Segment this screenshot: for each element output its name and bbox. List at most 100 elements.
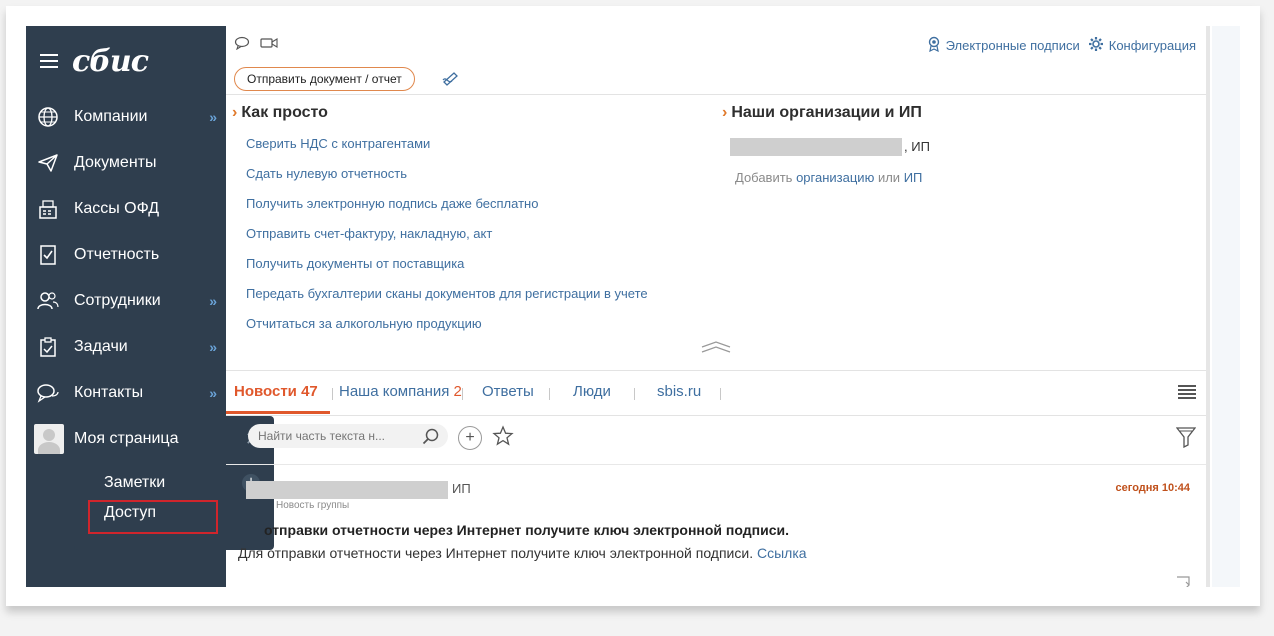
- people-icon: [36, 290, 60, 312]
- chevron-right-icon: ›: [232, 104, 238, 121]
- add-post-button[interactable]: +: [458, 426, 482, 450]
- tab-count: 2: [453, 383, 462, 400]
- top-right-links: Электронные подписи Конфигурация: [927, 36, 1196, 55]
- highlight-box: [88, 500, 218, 534]
- star-icon[interactable]: [492, 425, 514, 452]
- redacted-org-name: [730, 138, 902, 156]
- sidebar-item-companies[interactable]: Компании »: [26, 94, 226, 140]
- filter-icon[interactable]: [1175, 426, 1197, 453]
- search-icon[interactable]: [422, 428, 440, 451]
- sidebar-item-label: Задачи: [74, 338, 128, 355]
- news-headline: отправки отчетности через Интернет получ…: [264, 522, 789, 538]
- sidebar-item-reporting[interactable]: Отчетность: [26, 232, 226, 278]
- globe-icon: [36, 106, 60, 128]
- sidebar-item-label: Документы: [74, 154, 157, 171]
- sidebar-item-label: Сотрудники: [74, 292, 161, 309]
- chevron-double-right-icon[interactable]: »: [209, 293, 217, 309]
- sbis-app: сбис Компании » Документы Кассы ОФД Отче…: [26, 26, 1240, 587]
- tab-divider: [720, 388, 721, 400]
- tab-sbis-ru[interactable]: sbis.ru: [657, 383, 701, 400]
- sidebar: сбис Компании » Документы Кассы ОФД Отче…: [26, 26, 274, 587]
- tab-news[interactable]: Новости 47: [234, 383, 318, 400]
- chat-icon: [36, 382, 60, 404]
- award-icon: [927, 36, 941, 55]
- sidebar-item-contacts[interactable]: Контакты »: [26, 370, 226, 416]
- quick-link[interactable]: Получить электронную подпись даже беспла…: [246, 196, 538, 211]
- reply-icon[interactable]: [1176, 574, 1190, 587]
- add-org-row: Добавить организацию или ИП: [735, 170, 922, 185]
- config-label: Конфигурация: [1108, 38, 1196, 53]
- list-view-icon[interactable]: [1178, 385, 1196, 404]
- tab-people[interactable]: Люди: [573, 383, 611, 400]
- sidebar-item-documents[interactable]: Документы: [26, 140, 226, 186]
- sidebar-item-tasks[interactable]: Задачи »: [26, 324, 226, 370]
- send-document-button[interactable]: Отправить документ / отчет: [234, 67, 415, 91]
- sidebar-nav: Компании » Документы Кассы ОФД Отчетност…: [26, 94, 226, 416]
- how-simple-title-text: Как просто: [241, 104, 328, 121]
- news-link[interactable]: Ссылка: [757, 545, 807, 561]
- tab-label: Наша компания: [339, 383, 450, 400]
- search-input[interactable]: [248, 424, 448, 448]
- news-date: сегодня 10:44: [1115, 482, 1190, 494]
- my-page-label: Моя страница: [74, 430, 179, 447]
- add-prefix: Добавить: [735, 170, 793, 185]
- chevron-double-right-icon[interactable]: »: [209, 385, 217, 401]
- news-item[interactable]: ИП Новость группы сегодня 10:44 отправки…: [226, 466, 1206, 587]
- sidebar-item-label: Контакты: [74, 384, 144, 401]
- cash-register-icon: [36, 198, 60, 220]
- feed-tabs: Новости 47 Наша компания 2 Ответы Люди s…: [226, 370, 1206, 416]
- configuration-link[interactable]: Конфигурация: [1088, 36, 1196, 55]
- quick-link[interactable]: Сдать нулевую отчетность: [246, 166, 407, 181]
- tab-answers[interactable]: Ответы: [482, 383, 534, 400]
- screenshot-frame: сбис Компании » Документы Кассы ОФД Отче…: [6, 6, 1260, 606]
- tab-count: 47: [301, 383, 318, 400]
- sidebar-item-label: Отчетность: [74, 246, 160, 263]
- top-icons: [234, 36, 278, 55]
- add-ip-link[interactable]: ИП: [904, 170, 923, 185]
- redacted-author-name: [246, 481, 448, 499]
- quick-link[interactable]: Отправить счет-фактуру, накладную, акт: [246, 226, 492, 241]
- report-icon: [36, 244, 60, 266]
- video-icon[interactable]: [260, 36, 278, 55]
- signatures-label: Электронные подписи: [945, 38, 1080, 53]
- news-body: Для отправки отчетности через Интернет п…: [238, 545, 807, 561]
- top-bar: Электронные подписи Конфигурация Отправи…: [226, 26, 1206, 95]
- sidebar-item-employees[interactable]: Сотрудники »: [26, 278, 226, 324]
- tab-our-company[interactable]: Наша компания 2: [339, 383, 462, 400]
- quick-link[interactable]: Передать бухгалтерии сканы документов дл…: [246, 286, 648, 301]
- quick-link[interactable]: Сверить НДС с контрагентами: [246, 136, 430, 151]
- chevron-double-right-icon[interactable]: »: [209, 339, 217, 355]
- paper-plane-icon: [36, 152, 60, 174]
- orgs-title-text: Наши организации и ИП: [731, 104, 922, 121]
- tab-divider: [634, 388, 635, 400]
- clipboard-icon: [36, 336, 60, 358]
- add-organization-link[interactable]: организацию: [796, 170, 874, 185]
- gear-icon: [1088, 36, 1104, 55]
- chevron-right-icon: ›: [722, 104, 728, 121]
- collapse-up-icon[interactable]: [700, 340, 732, 359]
- tab-divider: [462, 388, 463, 400]
- quick-link[interactable]: Получить документы от поставщика: [246, 256, 464, 271]
- submenu-item-notes[interactable]: Заметки: [104, 474, 165, 492]
- quick-link[interactable]: Отчитаться за алкогольную продукцию: [246, 316, 482, 331]
- brand: сбис: [40, 44, 149, 79]
- news-group-label: Новость группы: [276, 500, 350, 511]
- hamburger-menu-icon[interactable]: [40, 54, 58, 68]
- orgs-title: › Наши организации и ИП: [722, 104, 922, 122]
- signature-pen-icon[interactable]: [442, 70, 460, 91]
- scrollbar[interactable]: [1206, 26, 1210, 587]
- main-content: Электронные подписи Конфигурация Отправи…: [226, 26, 1206, 587]
- chevron-double-right-icon[interactable]: »: [209, 109, 217, 125]
- electronic-signatures-link[interactable]: Электронные подписи: [927, 36, 1080, 55]
- right-panel-strip: [1212, 26, 1240, 587]
- add-or: или: [877, 170, 901, 185]
- author-suffix: ИП: [452, 481, 471, 496]
- sidebar-item-label: Компании: [74, 108, 148, 125]
- search-row: +: [226, 414, 1206, 465]
- sidebar-item-cash-registers[interactable]: Кассы ОФД: [26, 186, 226, 232]
- avatar: [34, 424, 64, 454]
- comment-icon[interactable]: [234, 36, 250, 55]
- sbis-logo[interactable]: сбис: [72, 44, 149, 79]
- how-simple-title: › Как просто: [232, 104, 328, 122]
- org-suffix: , ИП: [904, 139, 930, 154]
